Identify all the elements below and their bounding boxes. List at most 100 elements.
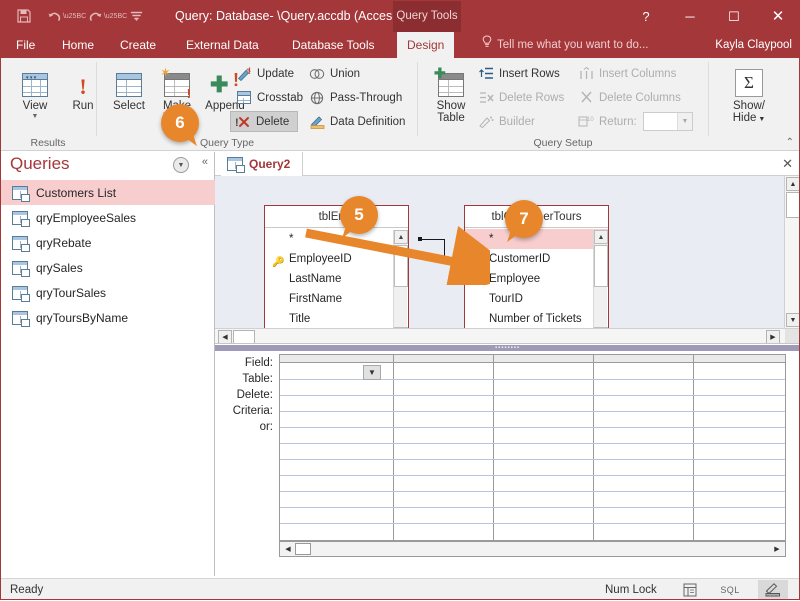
delete-columns-button: Delete Columns [574, 87, 685, 108]
scroll-thumb[interactable] [594, 245, 608, 287]
scroll-thumb[interactable] [295, 543, 311, 555]
row-label-delete: Delete: [236, 389, 273, 401]
minimize-button[interactable]: ─ [668, 0, 712, 32]
tab-database-tools[interactable]: Database Tools [282, 32, 385, 58]
field-row[interactable]: Number of Tickets [465, 309, 608, 329]
designer-horizontal-scrollbar[interactable]: ◀ ▶ [215, 328, 800, 343]
insert-columns-label: Insert Columns [599, 67, 677, 80]
grid-column-header-row[interactable] [280, 355, 785, 363]
show-hide-label-line2: Hide [732, 112, 757, 124]
customize-qat-icon[interactable] [122, 3, 150, 29]
show-table-button[interactable]: ✚ Show Table [424, 60, 478, 126]
query-grid-pane: Field: Table: Delete: Criteria: or: ▼ ◀ … [215, 351, 800, 575]
tell-me-search[interactable]: Tell me what you want to do... [482, 32, 649, 58]
nav-item-qrytoursbyname[interactable]: qryToursByName [0, 305, 215, 330]
scroll-down-icon[interactable]: ▼ [786, 313, 800, 327]
scroll-left-icon[interactable]: ◀ [282, 543, 294, 555]
navigation-pane-list: Customers List qryEmployeeSales qryRebat… [0, 180, 215, 330]
nav-item-qrytoursales[interactable]: qryTourSales [0, 280, 215, 305]
document-tab-label: Query2 [249, 157, 291, 171]
help-button[interactable]: ? [624, 0, 668, 32]
save-icon[interactable] [10, 3, 38, 29]
field-row[interactable]: Title [265, 309, 408, 329]
scroll-thumb[interactable] [786, 192, 800, 218]
view-dropdown-icon[interactable]: ▼ [32, 113, 39, 120]
return-dropdown-icon[interactable]: ▼ [677, 113, 692, 130]
select-query-label: Select [113, 100, 145, 112]
insert-rows-button[interactable]: Insert Rows [474, 63, 564, 84]
delete-rows-label: Delete Rows [499, 91, 565, 104]
undo-dropdown-icon[interactable]: \u25BC [63, 3, 86, 29]
nav-item-qrysales[interactable]: qrySales [0, 255, 215, 280]
ribbon-group-show-hide: Σ Show/ Hide ▼ [712, 58, 787, 151]
tab-file[interactable]: File [6, 32, 45, 58]
user-account-label[interactable]: Kayla Claypool [715, 32, 792, 58]
sql-view-icon[interactable]: SQL [715, 580, 745, 600]
navigation-pane-header: Queries ▼ « [0, 152, 215, 178]
scroll-right-icon[interactable]: ▶ [771, 543, 783, 555]
close-button[interactable]: ✕ [756, 0, 800, 32]
nav-item-label: qrySales [36, 260, 83, 275]
window-title: Query: Database- \Query.accdb (Acces... [175, 9, 403, 23]
nav-item-customers-list[interactable]: Customers List [0, 180, 215, 205]
tab-create[interactable]: Create [110, 32, 166, 58]
query-object-icon [12, 235, 30, 252]
redo-dropdown-icon[interactable]: \u25BC [104, 3, 127, 29]
designer-vertical-scrollbar[interactable]: ▲ ▼ [784, 176, 800, 328]
status-message: Ready [10, 584, 44, 596]
ribbon-tab-strip: File Home Create External Data Database … [0, 32, 800, 58]
field-row[interactable]: TourID [465, 289, 608, 309]
pass-through-query-button[interactable]: Pass-Through [305, 87, 406, 108]
group-divider-3 [708, 62, 709, 136]
context-tab-label: Query Tools [393, 0, 461, 32]
row-label-table: Table: [242, 373, 273, 385]
ribbon-group-query-setup: ✚ Show Table Insert Rows Delete Rows Bui… [418, 58, 708, 151]
nav-item-qryemployeesales[interactable]: qryEmployeeSales [0, 205, 215, 230]
ribbon-group-results: ▾ ▾ ▾ View ▼ ! Run Results [0, 58, 96, 151]
query-object-icon [12, 310, 30, 327]
navigation-pane-dropdown-icon[interactable]: ▼ [173, 157, 189, 173]
maximize-button[interactable]: ☐ [712, 0, 756, 32]
callout-number: 5 [354, 205, 364, 224]
nav-item-qryrebate[interactable]: qryRebate [0, 230, 215, 255]
document-tab-query2[interactable]: Query2 [221, 152, 304, 176]
tab-design[interactable]: Design [397, 32, 455, 58]
delete-query-button[interactable]: ! Delete [230, 111, 299, 132]
scroll-up-icon[interactable]: ▲ [594, 230, 608, 244]
scroll-left-icon[interactable]: ◀ [218, 330, 232, 343]
design-view-icon[interactable] [758, 580, 788, 600]
tab-home[interactable]: Home [52, 32, 104, 58]
table-box-scrollbar[interactable]: ▲ ▼ [593, 230, 608, 341]
query-grid-row-labels: Field: Table: Delete: Criteria: or: [215, 355, 279, 435]
view-button[interactable]: ▾ ▾ ▾ View ▼ [8, 60, 62, 126]
field-row[interactable]: FirstName [265, 289, 408, 309]
select-query-button[interactable]: Select [102, 60, 156, 126]
query-design-grid[interactable]: ▼ [279, 354, 786, 541]
datasheet-view-icon[interactable] [675, 580, 705, 600]
crosstab-query-button[interactable]: Crosstab [232, 87, 307, 108]
insert-columns-icon [578, 66, 594, 82]
insert-columns-button: Insert Columns [574, 63, 680, 84]
show-table-label-line2: Table [437, 112, 465, 124]
collapse-ribbon-icon[interactable]: ⌃ [786, 137, 794, 148]
nav-item-label: qryToursByName [36, 310, 129, 325]
scroll-thumb[interactable] [233, 330, 255, 343]
tab-external-data[interactable]: External Data [176, 32, 269, 58]
return-icon: 10 [578, 114, 594, 130]
field-cell-dropdown-icon[interactable]: ▼ [363, 365, 381, 380]
totals-show-hide-button[interactable]: Σ Show/ Hide ▼ [720, 60, 778, 126]
update-query-button[interactable]: ! Update [232, 63, 298, 84]
delete-query-icon: ! [235, 114, 251, 130]
insert-rows-label: Insert Rows [499, 67, 560, 80]
query-grid-horizontal-scrollbar[interactable]: ◀ ▶ [279, 541, 786, 557]
shutter-bar-collapse-icon[interactable]: « [202, 156, 208, 168]
data-definition-query-button[interactable]: Data Definition [305, 111, 409, 132]
delete-query-label: Delete [256, 115, 290, 128]
close-document-icon[interactable]: ✕ [782, 156, 793, 172]
navigation-pane-title: Queries [10, 154, 70, 173]
scroll-right-icon[interactable]: ▶ [766, 330, 780, 343]
union-query-button[interactable]: Union [305, 63, 364, 84]
scroll-up-icon[interactable]: ▲ [786, 177, 800, 191]
return-value-input[interactable]: ▼ [643, 112, 693, 131]
view-icon: ▾ ▾ ▾ [22, 63, 48, 97]
